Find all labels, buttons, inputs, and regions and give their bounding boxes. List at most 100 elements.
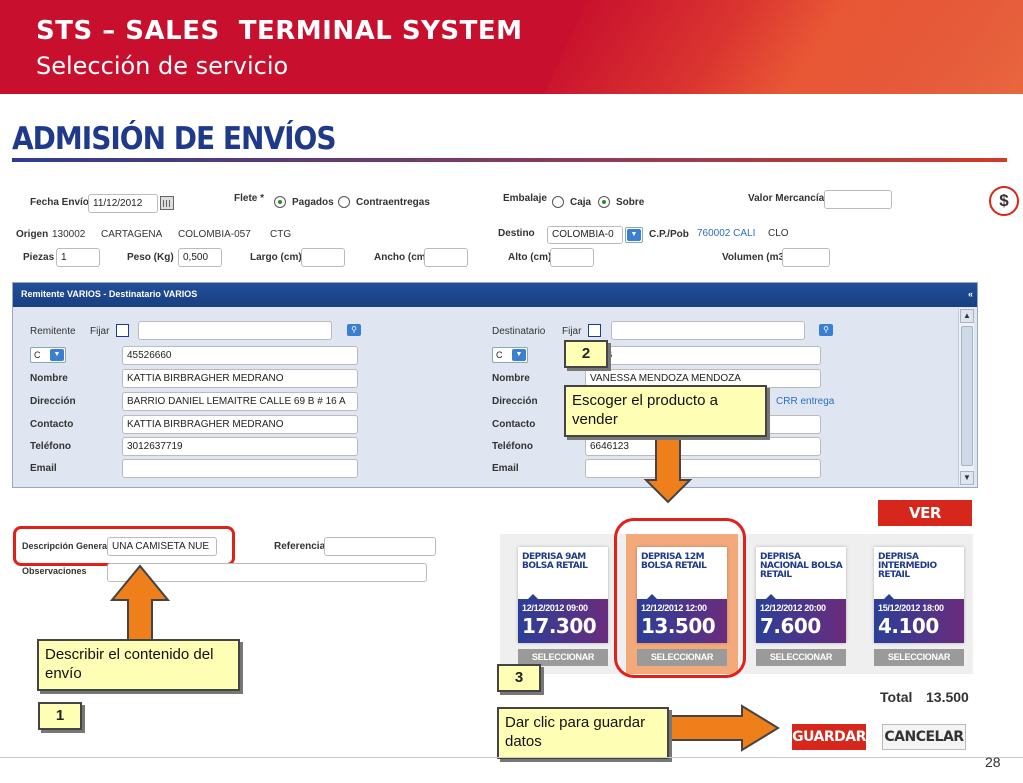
destinatario-telefono-label: Teléfono	[492, 441, 533, 452]
remitente-contacto-input[interactable]: KATTIA BIRBRAGHER MEDRANO	[122, 415, 358, 434]
product-price-box: 15/12/2012 18:00 4.100	[874, 594, 964, 643]
search-icon[interactable]: ⚲	[819, 324, 833, 336]
peso-input[interactable]: 0,500	[178, 248, 222, 267]
select-product-button[interactable]: SELECCIONAR	[874, 649, 964, 666]
remitente-email-input[interactable]	[122, 459, 358, 478]
product-card[interactable]: DEPRISA NACIONAL BOLSA RETAIL 12/12/2012…	[756, 547, 846, 643]
destinatario-contacto-label: Contacto	[492, 419, 536, 430]
panel-scrollbar[interactable]: ▲ ▼	[958, 308, 974, 486]
origen-label: Origen	[16, 229, 49, 240]
callout-escoger: Escoger el producto a vender	[564, 385, 767, 437]
chevron-down-icon: ▼	[512, 349, 526, 361]
product-name: DEPRISA 9AM BOLSA RETAIL	[522, 552, 588, 571]
destinatario-id-type-select[interactable]: C ▼	[492, 347, 528, 363]
fecha-envio-input[interactable]: 11/12/2012	[88, 194, 158, 213]
pagados-radio[interactable]	[274, 196, 286, 208]
largo-label: Largo (cm)	[250, 252, 302, 263]
destinatario-fijar-checkbox[interactable]	[588, 324, 601, 337]
select-product-button[interactable]: SELECCIONAR	[756, 649, 846, 666]
scroll-thumb[interactable]	[961, 326, 973, 466]
ver-precio-button[interactable]: VER PRECIO	[878, 500, 972, 548]
destinatario-id-input[interactable]: 7276	[585, 346, 821, 365]
volumen-label: Volumen (m3)	[722, 252, 788, 263]
dollar-icon[interactable]: $	[989, 186, 1019, 216]
product-price-box: 12/12/2012 09:00 17.300	[518, 594, 608, 643]
remitente-id-type: C	[34, 350, 41, 360]
callout-describir: Describir el contenido del envío	[37, 639, 240, 691]
search-icon[interactable]: ⚲	[347, 324, 361, 336]
product-card[interactable]: DEPRISA INTERMEDIO RETAIL 15/12/2012 18:…	[874, 547, 964, 643]
destinatario-email-label: Email	[492, 463, 519, 474]
destinatario-telefono-input[interactable]: 6646123	[585, 437, 821, 456]
footer-divider	[0, 757, 1023, 758]
remitente-id-type-select[interactable]: C ▼	[30, 347, 66, 363]
observaciones-input[interactable]	[107, 563, 427, 582]
remitente-fijar-checkbox[interactable]	[116, 324, 129, 337]
destinatario-search-input[interactable]	[611, 321, 805, 340]
cp-value[interactable]: 760002 CALI	[697, 228, 755, 239]
valor-mercancia-input[interactable]	[824, 190, 892, 209]
destinatario-fijar-label: Fijar	[562, 326, 582, 337]
piezas-input[interactable]: 1	[56, 248, 100, 267]
descripcion-highlight	[13, 526, 235, 566]
largo-input[interactable]	[301, 248, 345, 267]
remitente-id-input[interactable]: 45526660	[122, 346, 358, 365]
guardar-button[interactable]: GUARDAR	[792, 724, 866, 750]
observaciones-label: Observaciones	[22, 566, 87, 576]
product-date: 12/12/2012 09:00	[522, 603, 588, 613]
page-number: 28	[985, 754, 1001, 770]
flete-label: Flete *	[234, 193, 265, 204]
collapse-icon[interactable]: «	[968, 289, 973, 299]
chevron-down-icon: ▼	[627, 229, 641, 241]
product-date: 12/12/2012 20:00	[760, 603, 826, 613]
destinatario-nombre-label: Nombre	[492, 373, 530, 384]
remitente-nombre-input[interactable]: KATTIA BIRBRAGHER MEDRANO	[122, 369, 358, 388]
sobre-label: Sobre	[616, 197, 645, 208]
destino-dropdown[interactable]: ▼	[625, 227, 643, 243]
remitente-search-input[interactable]	[138, 321, 332, 340]
volumen-input[interactable]	[782, 248, 830, 267]
contraentregas-radio[interactable]	[338, 196, 350, 208]
destinatario-direccion-label: Dirección	[492, 396, 538, 407]
product-price: 4.100	[878, 614, 939, 638]
cancelar-button[interactable]: CANCELAR	[882, 724, 966, 750]
product-name: DEPRISA INTERMEDIO RETAIL	[878, 552, 937, 580]
remitente-label: Remitente	[30, 326, 76, 337]
referencia-input[interactable]	[324, 537, 436, 556]
remitente-direccion-label: Dirección	[30, 396, 76, 407]
embalaje-label: Embalaje	[503, 193, 547, 204]
destino-select[interactable]: COLOMBIA-0	[547, 226, 623, 244]
product-card[interactable]: DEPRISA 9AM BOLSA RETAIL 12/12/2012 09:0…	[518, 547, 608, 643]
destinatario-email-input[interactable]	[585, 459, 821, 478]
origen-code: 130002	[52, 229, 86, 240]
scroll-down-icon[interactable]: ▼	[960, 471, 974, 485]
remitente-fijar-label: Fijar	[90, 326, 110, 337]
remitente-telefono-input[interactable]: 3012637719	[122, 437, 358, 456]
alto-input[interactable]	[550, 248, 594, 267]
slide-banner: STS – SALES TERMINAL SYSTEM Selección de…	[0, 0, 1023, 94]
callout-number-3: 3	[497, 664, 541, 692]
caja-radio[interactable]	[552, 196, 564, 208]
calendar-icon[interactable]	[160, 196, 174, 210]
scroll-up-icon[interactable]: ▲	[960, 309, 974, 323]
crr-entrega-link[interactable]: CRR entrega	[776, 396, 834, 407]
remitente-direccion-input[interactable]: BARRIO DANIEL LEMAITRE CALLE 69 B # 16 A	[122, 392, 358, 411]
origen-abbr: CTG	[270, 229, 292, 240]
origen-country: COLOMBIA-057	[178, 229, 251, 240]
sobre-radio[interactable]	[598, 196, 610, 208]
ancho-input[interactable]	[424, 248, 468, 267]
callout-clic: Dar clic para guardar datos	[497, 707, 669, 759]
fecha-envio-label: Fecha Envío	[30, 197, 89, 208]
product-price-box: 12/12/2012 20:00 7.600	[756, 594, 846, 643]
remitente-email-label: Email	[30, 463, 57, 474]
product-date: 15/12/2012 18:00	[878, 603, 944, 613]
remitente-nombre-label: Nombre	[30, 373, 68, 384]
panel-header-title: Remitente VARIOS - Destinatario VARIOS	[21, 289, 198, 299]
callout-number-1: 1	[38, 702, 82, 730]
panel-header: Remitente VARIOS - Destinatario VARIOS «	[13, 283, 977, 307]
title-underline	[12, 158, 1007, 162]
cp-abbr: CLO	[768, 228, 789, 239]
cp-label: C.P./Pob	[649, 229, 689, 240]
destinatario-id-type: C	[496, 350, 503, 360]
pagados-label: Pagados	[292, 197, 334, 208]
